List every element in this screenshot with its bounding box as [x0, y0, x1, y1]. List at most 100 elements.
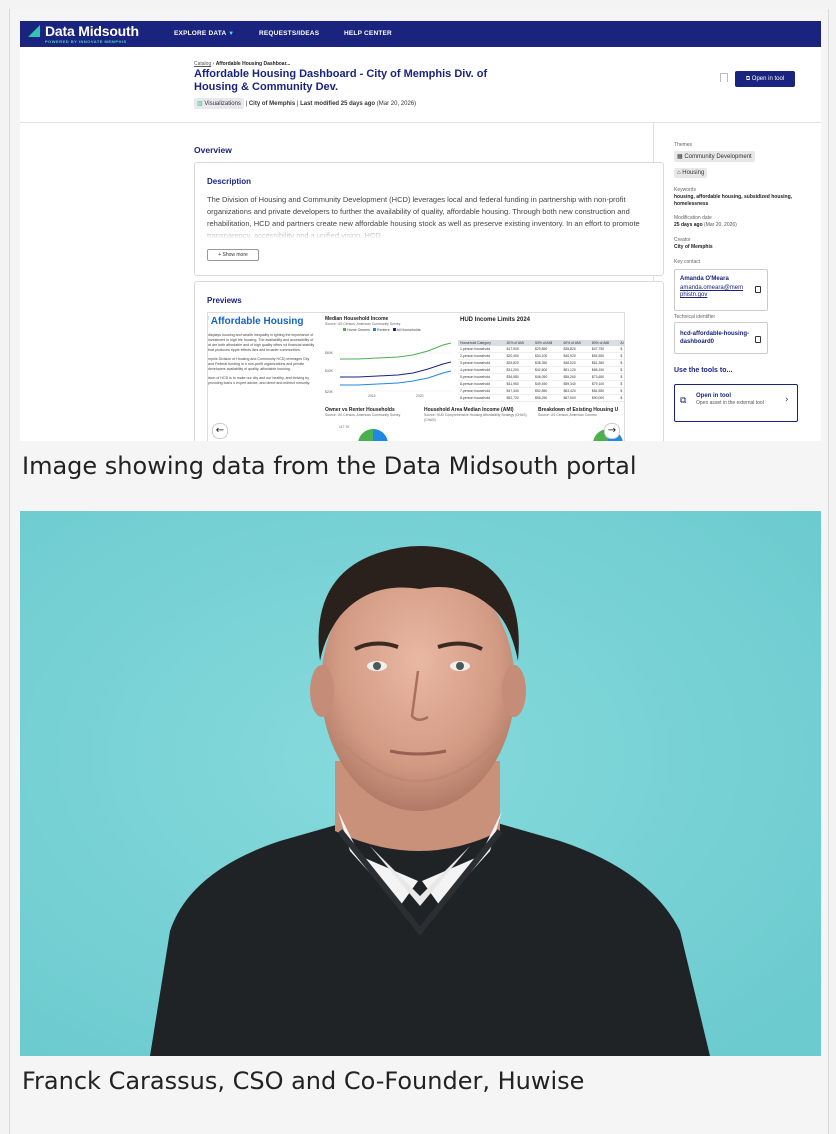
- theme-tag-community[interactable]: ▦ Community Development: [674, 151, 755, 162]
- theme-tag-housing[interactable]: ⌂ Housing: [674, 168, 708, 178]
- preview-text-para-3: ision of HCD is to make our city and our…: [208, 376, 311, 385]
- hud-table-cell: $61,350: [589, 359, 619, 367]
- top-navbar: Data Midsouth POWERED BY INNOVATE MEMPHI…: [20, 21, 821, 47]
- caret-down-icon: ▼: [228, 31, 235, 37]
- last-modified: Last modified 25 days ago: [300, 101, 376, 107]
- type-chip-label: Visualizations: [204, 101, 241, 107]
- hud-table-cell: $54,550: [589, 352, 619, 360]
- hud-table-cell: 2-person household: [458, 352, 505, 360]
- median-income-lines: [338, 342, 453, 392]
- open-in-tool-card[interactable]: ⧉ Open in tool Open asset in the externa…: [674, 384, 798, 422]
- hud-table-cell: 7-person household: [458, 387, 505, 395]
- caption-portrait: Franck Carassus, CSO and Co-Founder, Huw…: [22, 1067, 585, 1095]
- pie-total-label: 117.7K: [339, 425, 350, 429]
- breadcrumb-catalog[interactable]: Catalog: [194, 61, 211, 67]
- open-in-tool-button[interactable]: ⧉ Open in tool: [735, 71, 795, 87]
- contact-email-link[interactable]: amanda.omeara@memphistn.gov: [680, 285, 746, 299]
- previews-card: Previews f Affordable Housing displays h…: [194, 281, 664, 441]
- hud-table-row: 5-person household $36,580 $46,050 $55,260 $…: [458, 373, 624, 381]
- hud-table-title: HUD Income Limits 2024: [460, 317, 531, 323]
- hud-table-body: 1-person household $17,900 $29,850 $35,820 $…: [458, 346, 624, 402]
- chart-source-ami: Source: HUD Comprehensive Housing Afford…: [424, 413, 527, 417]
- nav-explore-data[interactable]: EXPLORE DATA ▼: [174, 30, 234, 37]
- legend-swatch-all: [392, 328, 396, 331]
- carousel-prev-button[interactable]: ←: [212, 423, 228, 439]
- hud-table-cell: 4-person household: [458, 366, 505, 374]
- keywords-label: Keywords: [674, 187, 696, 193]
- external-link-icon: ⧉: [745, 76, 751, 82]
- hud-table-cell: 5-person household: [458, 373, 505, 381]
- y-tick-40k: $40K: [325, 369, 333, 373]
- owner-renter-pie: [358, 429, 388, 441]
- hud-table-cell: $68,150: [589, 366, 619, 374]
- chart-legend: Home Owners Renters All Households: [341, 328, 421, 332]
- breadcrumb: Catalog › Affordable Housing Dashboar...: [194, 61, 290, 67]
- hud-table-cell: $90,000: [589, 394, 619, 402]
- hud-table-cell: $51,120: [561, 366, 590, 374]
- previews-heading: Previews: [207, 296, 242, 305]
- page-title: Affordable Housing Dashboard - City of M…: [194, 68, 488, 93]
- grid-icon: ▦: [677, 154, 683, 160]
- chevron-right-icon: ›: [212, 61, 215, 67]
- hud-table-cell: $84,550: [589, 387, 619, 395]
- hud-table-cell: $40,920: [561, 352, 590, 360]
- tool-title: Open in tool: [696, 393, 731, 399]
- copy-icon[interactable]: [755, 336, 761, 343]
- hud-table-cell: $: [618, 359, 624, 367]
- hud-table-cell: $: [618, 373, 624, 381]
- overview-heading: Overview: [194, 145, 232, 155]
- hud-table-cell: $38,350: [533, 359, 562, 367]
- portrait-photo: [20, 511, 821, 1056]
- modification-label: Modification date: [674, 215, 712, 221]
- show-more-label: Show more: [222, 252, 248, 258]
- type-chip[interactable]: ▥ Visualizations: [194, 98, 244, 109]
- carousel-next-button[interactable]: →: [604, 423, 620, 439]
- chart-source-owner-renter: Source: US Census, American Community Su…: [325, 413, 401, 417]
- tech-id-card: hcd-affordable-housing-dashboard0: [674, 322, 768, 354]
- theme-community-label: Community Development: [684, 154, 752, 160]
- hud-table-row: 8-person household $52,720 $56,250 $67,500 $…: [458, 394, 624, 402]
- header-divider: [20, 122, 821, 123]
- logo-mark-icon: [28, 25, 40, 37]
- dataset-meta: ▥ Visualizations | City of Memphis | Las…: [194, 98, 416, 109]
- publisher: City of Memphis: [248, 101, 296, 107]
- preview-left-text: displays housing and wealth inequality i…: [208, 333, 316, 386]
- modification-date: (Mar 20, 2026): [704, 222, 737, 228]
- preview-image[interactable]: f Affordable Housing displays housing an…: [207, 312, 625, 441]
- chart-source-breakdown: Source: US Census, American Commu: [538, 413, 597, 417]
- tech-id-label: Technical identifier: [674, 314, 716, 320]
- legend-owners: Home Owners: [347, 328, 370, 332]
- hud-table-cell: $55,260: [561, 373, 590, 381]
- chevron-right-icon: ›: [785, 395, 789, 405]
- modification-relative: 25 days ago: [674, 222, 703, 228]
- external-link-icon: ⧉: [680, 396, 687, 406]
- show-more-button[interactable]: + Show more: [207, 249, 259, 261]
- hud-table-cell: $31,200: [504, 366, 533, 374]
- hud-table-row: 3-person household $25,820 $38,350 $46,020 $…: [458, 359, 624, 367]
- hud-table-cell: $52,720: [504, 394, 533, 402]
- hud-table-row: 2-person household $20,450 $34,100 $40,920 $…: [458, 352, 624, 360]
- nav-help-center[interactable]: HELP CENTER: [344, 30, 392, 37]
- hud-table-cell: $: [618, 352, 624, 360]
- hud-table-row: 6-person household $41,960 $49,450 $59,340 $…: [458, 380, 624, 388]
- modification-value: 25 days ago (Mar 20, 2026): [674, 222, 794, 229]
- nav-requests-ideas[interactable]: REQUESTS/IDEAS: [259, 30, 319, 37]
- hud-table-cell: $59,340: [561, 380, 590, 388]
- hud-table-cell: $: [618, 394, 624, 402]
- hud-table-cell: $46,020: [561, 359, 590, 367]
- hud-table-cell: 6-person household: [458, 380, 505, 388]
- copy-icon[interactable]: [755, 286, 761, 293]
- bookmark-icon[interactable]: [720, 73, 728, 82]
- theme-housing-label: Housing: [682, 170, 705, 176]
- hud-table-cell: $73,650: [589, 373, 619, 381]
- contact-label: Key contact: [674, 259, 701, 265]
- hud-table-cell: $49,450: [533, 380, 562, 388]
- home-icon: ⌂: [677, 170, 681, 176]
- legend-swatch-owners: [343, 328, 346, 331]
- y-tick-20k: $20K: [325, 390, 333, 394]
- logo-text: Data Midsouth: [45, 23, 139, 39]
- legend-renters: Renters: [376, 328, 390, 332]
- hud-table-cell: $42,600: [533, 366, 562, 374]
- hud-table-cell: 8-person household: [458, 394, 505, 402]
- hud-table-cell: $: [618, 387, 624, 395]
